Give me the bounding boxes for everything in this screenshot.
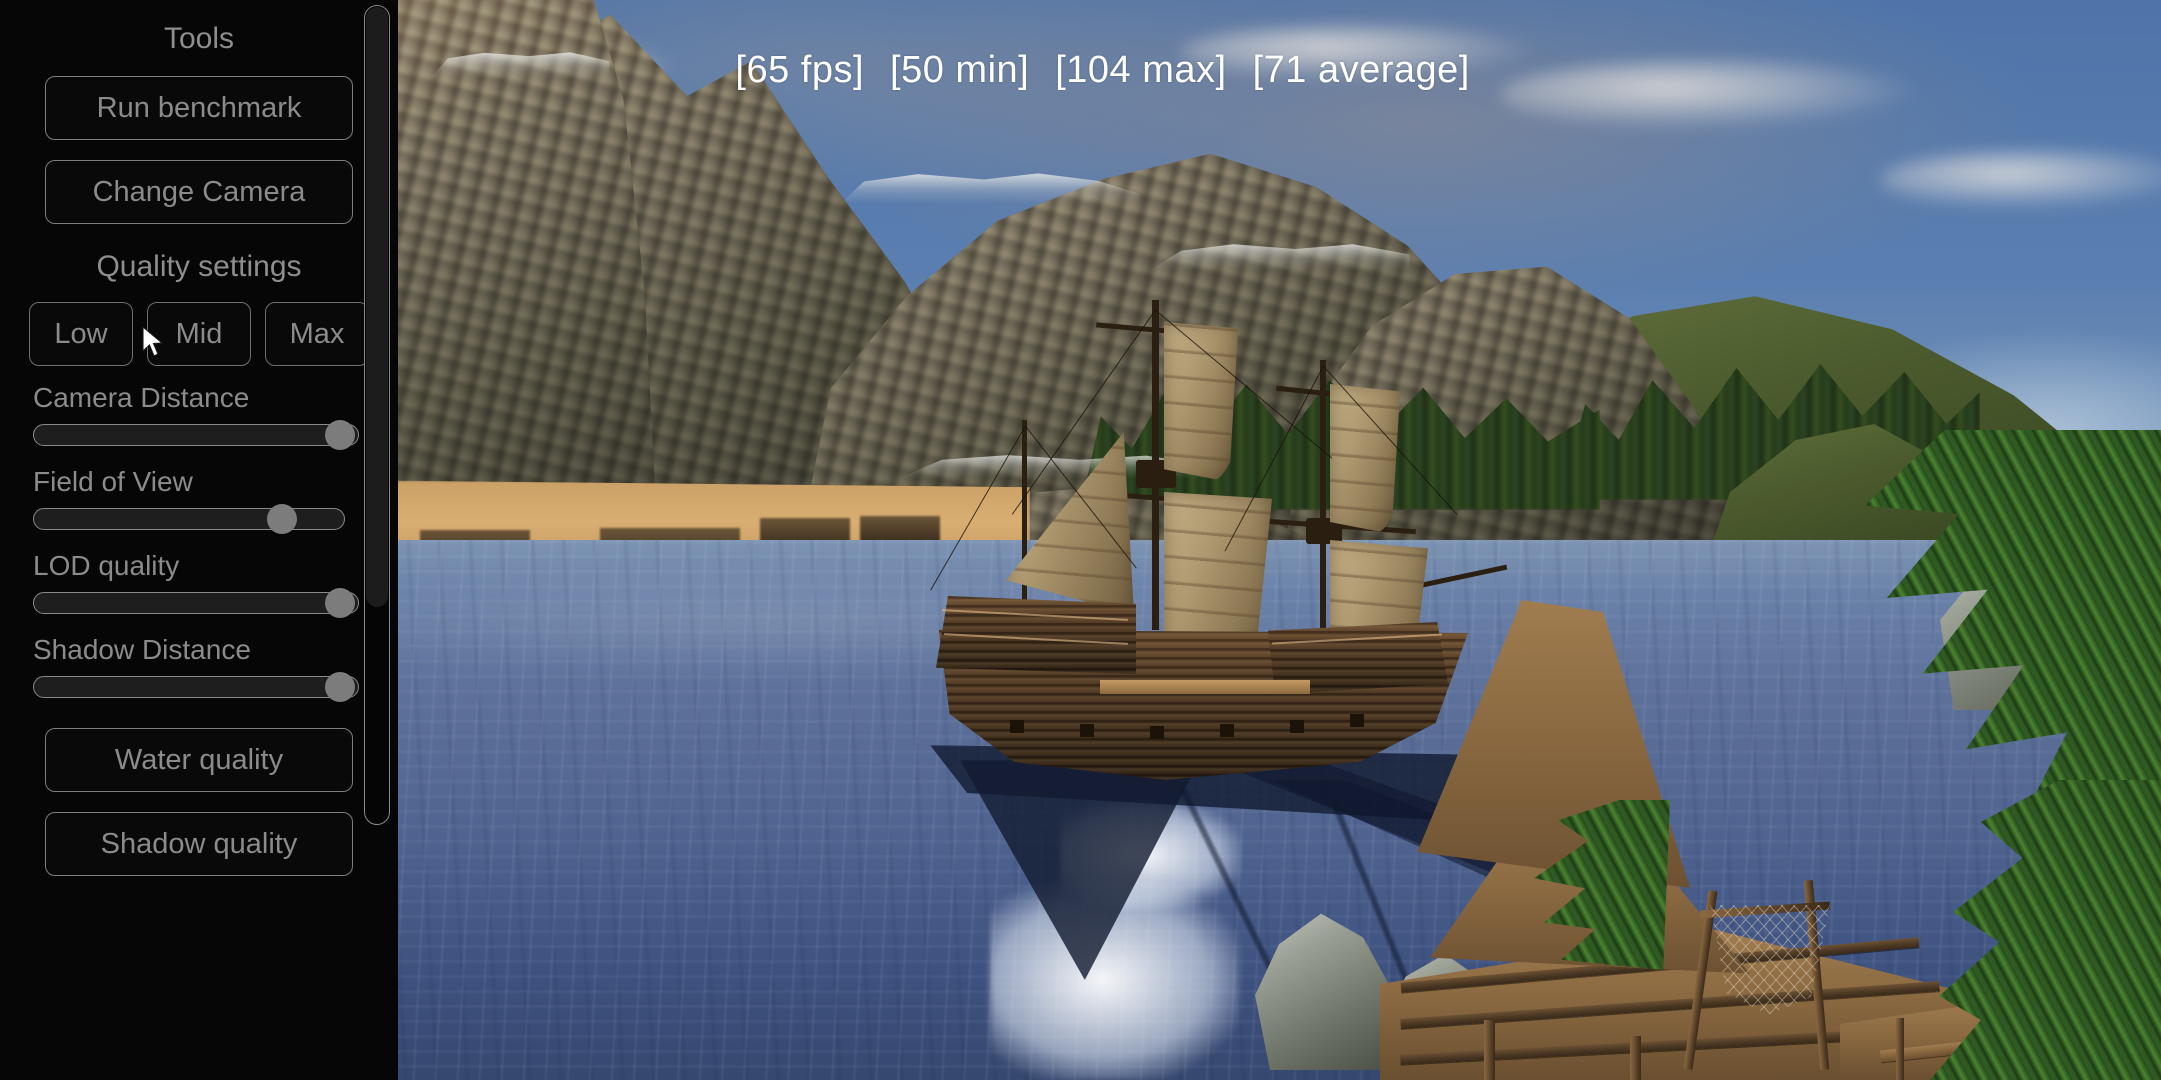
tools-panel: Tools Run benchmark Change Camera Qualit… — [0, 0, 398, 1080]
fps-min: [50 min] — [890, 49, 1030, 91]
sail-main-top — [1164, 322, 1238, 482]
dock-post — [1484, 1020, 1495, 1080]
gun-port — [1220, 724, 1234, 737]
gun-port — [1010, 720, 1024, 733]
change-camera-button[interactable]: Change Camera — [45, 160, 353, 224]
gun-port — [1150, 726, 1164, 739]
sailing-ship — [900, 300, 1520, 780]
shadow-distance-slider[interactable] — [29, 672, 369, 702]
app-window: [65 fps] [50 min] [104 max] [71 average] To… — [0, 0, 2161, 1080]
slider-track[interactable] — [33, 676, 359, 698]
run-benchmark-button[interactable]: Run benchmark — [45, 76, 353, 140]
camera-distance-label: Camera Distance — [33, 382, 250, 413]
quality-settings-title: Quality settings — [96, 250, 302, 283]
gun-port — [1350, 714, 1364, 727]
slider-thumb[interactable] — [267, 504, 297, 534]
slider-thumb[interactable] — [325, 672, 355, 702]
fps-average: [71 average] — [1252, 49, 1470, 91]
gun-port — [1290, 720, 1304, 733]
slider-track[interactable] — [33, 508, 345, 530]
slider-thumb[interactable] — [325, 588, 355, 618]
sail-fore-top — [1330, 384, 1400, 534]
quality-preset-row: Low Mid Max — [29, 302, 369, 366]
lod-quality-label: LOD quality — [33, 550, 180, 581]
fps-max: [104 max] — [1055, 49, 1227, 91]
slider-track[interactable] — [33, 592, 359, 614]
water-quality-button[interactable]: Water quality — [45, 728, 353, 792]
slider-thumb[interactable] — [325, 420, 355, 450]
fore-mast — [1320, 360, 1326, 640]
mouse-cursor — [142, 326, 164, 357]
net-post — [1896, 1018, 1904, 1080]
quality-preset-max[interactable]: Max — [265, 302, 369, 366]
quality-preset-low[interactable]: Low — [29, 302, 133, 366]
slider-track[interactable] — [33, 424, 359, 446]
main-deck — [1100, 680, 1310, 694]
gun-port — [1080, 724, 1094, 737]
shadow-distance-label: Shadow Distance — [33, 634, 251, 665]
field-of-view-slider[interactable] — [29, 504, 369, 534]
panel-title: Tools — [163, 22, 235, 55]
dock-post — [1630, 1036, 1641, 1080]
camera-distance-slider[interactable] — [29, 420, 369, 450]
panel-scrollbar[interactable] — [364, 5, 390, 825]
shadow-quality-button[interactable]: Shadow quality — [45, 812, 353, 876]
field-of-view-label: Field of View — [33, 466, 193, 497]
rigging-rope — [930, 425, 1026, 591]
lod-quality-slider[interactable] — [29, 588, 369, 618]
panel-scrollbar-thumb[interactable] — [366, 7, 388, 607]
fps-current: [65 fps] — [735, 49, 865, 91]
